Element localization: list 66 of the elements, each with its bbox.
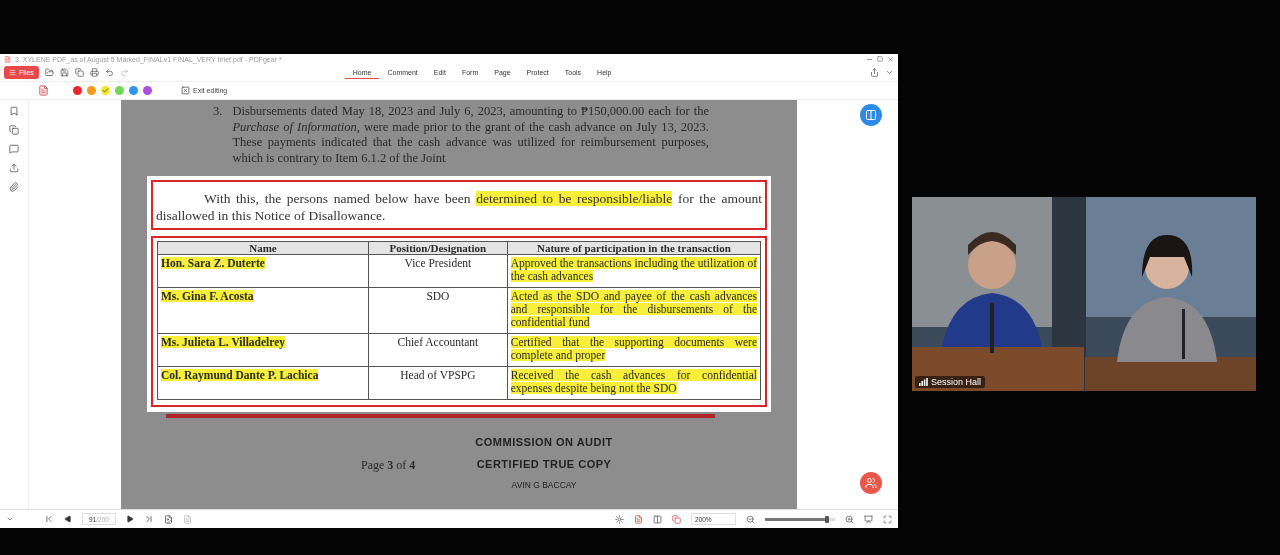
page-number: Page 3 of 4 <box>361 458 416 474</box>
single-page-icon[interactable] <box>634 514 643 524</box>
document-icon[interactable] <box>38 85 49 96</box>
paragraph: Disbursements dated May 18, 2023 and July 6, 2023, amounting to ₱150,000.00 each for the Purchase of Information, were made prior to the grant of the cash advance on July 13, 2023. These payments indicated that the cash advance was utilized for reimbursement purposes, which is contrary to Item 6.1.2 of the Joint <box>232 104 709 167</box>
table-cell: SDO <box>368 287 508 334</box>
table-cell: Acted as the SDO and payee of the cash advances and responsible for the disbursements of the confidential fund <box>507 287 761 334</box>
stamp-text: COMMISSION ON AUDIT <box>475 436 613 448</box>
close-box-icon <box>181 86 190 95</box>
color-swatch[interactable] <box>87 86 96 95</box>
table-cell: Approved the transactions including the utilization of the cash advances <box>507 254 761 288</box>
stamp-text: CERTIFIED TRUE COPY <box>476 458 612 470</box>
stamp-signature: AVIN G BACCAY <box>511 480 577 490</box>
color-swatch[interactable] <box>101 86 110 95</box>
item-number: 3. <box>213 104 223 120</box>
chevron-down-icon[interactable] <box>885 68 894 77</box>
chevron-down-icon[interactable] <box>6 515 14 523</box>
maximize-icon[interactable] <box>877 56 883 62</box>
last-page-icon[interactable] <box>144 514 154 524</box>
save-icon[interactable] <box>59 68 69 77</box>
folder-icon[interactable] <box>44 68 54 77</box>
translate-button[interactable] <box>860 104 882 126</box>
color-swatch[interactable] <box>73 86 82 95</box>
table-cell: Chief Accountant <box>368 333 508 367</box>
column-header: Nature of participation in the transaction <box>507 241 761 255</box>
brightness-icon[interactable] <box>615 514 624 524</box>
zoom-out-icon[interactable] <box>746 514 755 524</box>
color-swatch[interactable] <box>143 86 152 95</box>
column-header: Name <box>157 241 369 255</box>
columns-icon <box>865 109 877 121</box>
caption-text: Session Hall <box>931 377 982 387</box>
previous-page-icon[interactable] <box>64 515 72 523</box>
next-page-icon[interactable] <box>126 515 134 523</box>
signal-icon <box>919 378 928 386</box>
color-swatch[interactable] <box>115 86 124 95</box>
users-icon <box>865 477 877 489</box>
table-cell: Ms. Gina F. Acosta <box>157 287 369 334</box>
menu-icon <box>9 69 16 76</box>
upload-icon[interactable] <box>9 163 19 173</box>
table-cell: Vice President <box>368 254 508 288</box>
table-cell: Received the cash advances for confidential expenses despite being not the SDO <box>507 366 761 400</box>
check-icon <box>102 87 109 94</box>
table-cell: Ms. Julieta L. Villadelrey <box>157 333 369 367</box>
column-header: Position/Designation <box>368 241 508 255</box>
undo-icon[interactable] <box>104 68 114 77</box>
assistant-button[interactable] <box>860 472 882 494</box>
share-icon[interactable] <box>870 68 879 77</box>
bookmark-icon[interactable] <box>9 106 19 116</box>
comment-icon[interactable] <box>9 144 19 154</box>
extract-icon[interactable] <box>164 514 173 524</box>
table-cell: Head of VPSPG <box>368 366 508 400</box>
attachment-icon[interactable] <box>9 182 19 192</box>
save-as-icon[interactable] <box>74 68 84 77</box>
table-cell: Hon. Sara Z. Duterte <box>157 254 369 288</box>
first-page-icon[interactable] <box>44 514 54 524</box>
scroll-icon[interactable] <box>672 514 681 524</box>
app-logo-icon <box>4 55 11 63</box>
zoom-in-icon[interactable] <box>845 514 854 524</box>
two-page-icon[interactable] <box>653 514 662 524</box>
close-icon[interactable] <box>887 55 894 63</box>
presentation-icon[interactable] <box>864 514 873 524</box>
fullscreen-icon[interactable] <box>883 514 892 524</box>
zoom-slider[interactable] <box>765 517 835 521</box>
pages-icon[interactable] <box>9 125 19 135</box>
statement-text: With this, the persons named below have been determined to be responsible/liable for the amount disallowed in this Notice of Disallowance. <box>156 190 762 224</box>
print-icon[interactable] <box>89 68 99 77</box>
color-swatch[interactable] <box>129 86 138 95</box>
